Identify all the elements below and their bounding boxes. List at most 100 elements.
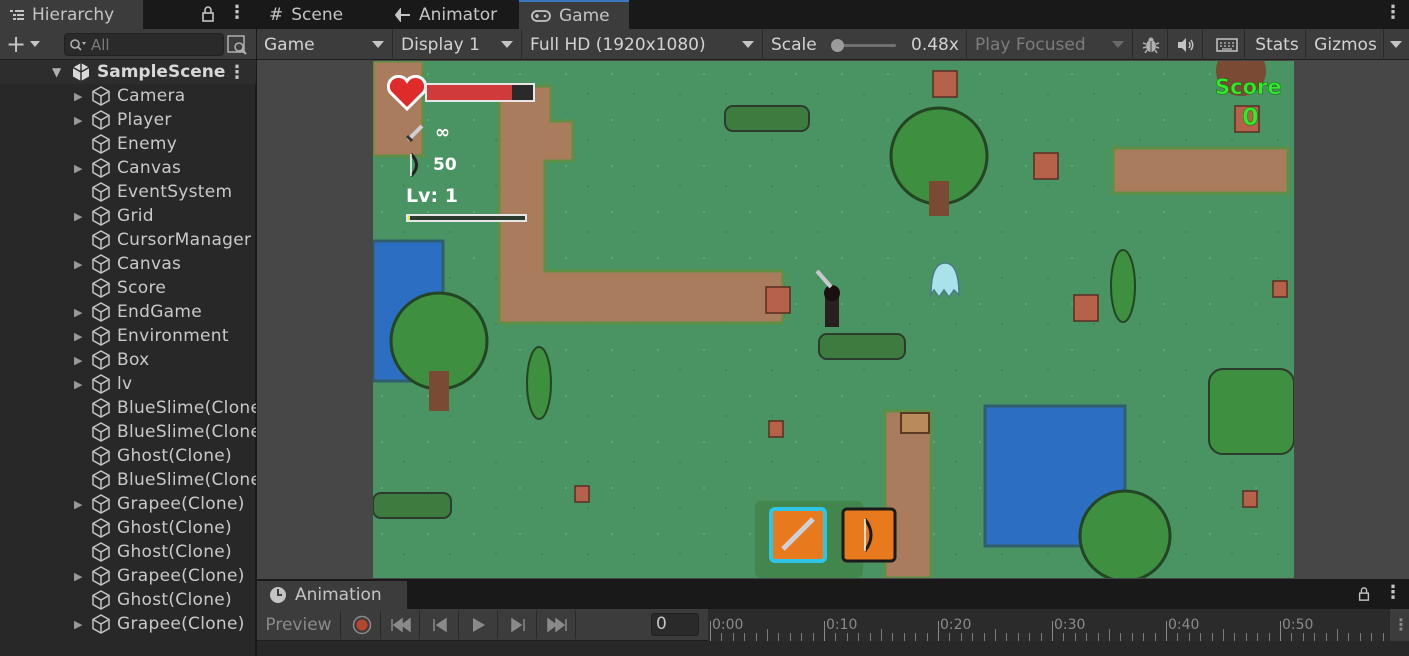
skip-to-start-icon bbox=[390, 618, 411, 632]
play-mode-dropdown[interactable]: Play Focused bbox=[968, 29, 1133, 60]
stats-button[interactable]: Stats bbox=[1249, 29, 1306, 60]
timeline-menu-icon[interactable]: ⋮ bbox=[1393, 615, 1409, 634]
hierarchy-item[interactable]: CursorManager bbox=[0, 228, 256, 252]
hierarchy-item[interactable]: ▶ Canvas bbox=[0, 252, 256, 276]
lock-icon[interactable] bbox=[1357, 586, 1371, 602]
tab-animator[interactable]: Animator bbox=[383, 0, 519, 29]
timeline-minor-tick bbox=[926, 633, 928, 641]
hierarchy-item-label: Player bbox=[117, 110, 172, 130]
expand-arrow-icon[interactable]: ▶ bbox=[74, 162, 84, 175]
hierarchy-item[interactable]: Ghost(Clone) bbox=[0, 516, 256, 540]
scale-slider-track[interactable] bbox=[836, 44, 896, 47]
hierarchy-item[interactable]: EventSystem bbox=[0, 180, 256, 204]
hierarchy-item[interactable]: ▶ Camera bbox=[0, 84, 256, 108]
display-dropdown[interactable]: Display 1 bbox=[394, 29, 522, 60]
hierarchy-item[interactable]: ▶ Grid bbox=[0, 204, 256, 228]
tab-animation[interactable]: Animation bbox=[257, 581, 407, 609]
gameobject-cube-icon bbox=[92, 302, 110, 322]
hierarchy-item[interactable]: Ghost(Clone) bbox=[0, 540, 256, 564]
record-icon bbox=[352, 615, 371, 635]
timeline-menu[interactable]: ⋮ bbox=[1390, 609, 1409, 641]
hierarchy-item[interactable]: ▶ EndGame bbox=[0, 300, 256, 324]
animation-menu-icon[interactable]: ⋮ bbox=[1384, 584, 1402, 604]
preview-button[interactable]: Preview bbox=[257, 611, 341, 639]
gameobject-cube-icon bbox=[92, 86, 110, 106]
tab-scene[interactable]: # Scene bbox=[257, 0, 383, 29]
gameobject-cube-icon bbox=[92, 230, 110, 250]
gameobject-cube-icon bbox=[92, 158, 110, 178]
first-keyframe-button[interactable] bbox=[382, 611, 420, 639]
frame-number-input[interactable]: 0 bbox=[651, 613, 699, 636]
last-keyframe-button[interactable] bbox=[538, 611, 576, 639]
expand-arrow-icon[interactable]: ▶ bbox=[74, 258, 84, 271]
expand-arrow-icon[interactable]: ▶ bbox=[74, 306, 84, 319]
scene-menu-icon[interactable]: ⋮ bbox=[228, 62, 246, 83]
record-button[interactable] bbox=[343, 611, 381, 639]
expand-arrow-icon[interactable]: ▶ bbox=[74, 90, 84, 103]
timeline-minor-tick bbox=[789, 633, 791, 641]
game-tab-menu-icon[interactable]: ⋮ bbox=[1384, 4, 1402, 24]
lock-icon[interactable] bbox=[200, 6, 216, 22]
scale-slider-thumb[interactable] bbox=[831, 39, 845, 52]
game-viewport[interactable]: ∞ 50 Lv: 1 Score 0 bbox=[373, 61, 1294, 578]
hierarchy-item[interactable]: BlueSlime(Clone) bbox=[0, 396, 256, 420]
gameobject-cube-icon bbox=[92, 494, 110, 514]
expand-arrow-icon[interactable]: ▶ bbox=[74, 570, 84, 583]
hierarchy-item[interactable]: ▶ Grapee(Clone) bbox=[0, 564, 256, 588]
gizmos-dropdown-button[interactable] bbox=[1384, 29, 1409, 60]
hierarchy-item-label: Grapee(Clone) bbox=[117, 614, 245, 634]
hierarchy-item[interactable]: ▶ Environment bbox=[0, 324, 256, 348]
expand-arrow-icon[interactable]: ▶ bbox=[74, 618, 84, 631]
next-keyframe-button[interactable] bbox=[499, 611, 537, 639]
gameobject-cube-icon bbox=[92, 398, 110, 418]
gameobject-cube-icon bbox=[92, 422, 110, 442]
hierarchy-item[interactable]: Enemy bbox=[0, 132, 256, 156]
hierarchy-item[interactable]: BlueSlime(Clone) bbox=[0, 420, 256, 444]
expand-arrow-icon[interactable]: ▶ bbox=[74, 354, 84, 367]
expand-arrow-icon[interactable]: ▶ bbox=[74, 114, 84, 127]
timeline-minor-tick bbox=[744, 633, 746, 641]
hierarchy-item[interactable]: ▶ Grapee(Clone) bbox=[0, 492, 256, 516]
hierarchy-item[interactable]: ▶ lv bbox=[0, 372, 256, 396]
mute-audio-button[interactable] bbox=[1169, 29, 1203, 60]
hierarchy-item[interactable]: ▶ Player bbox=[0, 108, 256, 132]
add-object-button[interactable]: + bbox=[6, 32, 50, 56]
animation-timeline[interactable]: 0:00 0:10 0:20 0:30 0:40 0:50 bbox=[708, 609, 1390, 641]
timeline-minor-tick bbox=[1302, 633, 1304, 641]
hierarchy-item[interactable]: Score bbox=[0, 276, 256, 300]
expand-arrow-icon[interactable]: ▶ bbox=[74, 330, 84, 343]
timeline-minor-tick bbox=[1040, 633, 1042, 641]
scene-root-row[interactable]: ▼ SampleScene ⋮ bbox=[0, 60, 256, 84]
hierarchy-item[interactable]: Ghost(Clone) bbox=[0, 444, 256, 468]
timeline-minor-tick bbox=[1120, 633, 1122, 641]
timeline-minor-tick bbox=[1017, 633, 1019, 641]
timeline-major-tick bbox=[1052, 621, 1053, 641]
gizmos-button[interactable]: Gizmos bbox=[1308, 29, 1384, 60]
resolution-dropdown[interactable]: Full HD (1920x1080) bbox=[523, 29, 763, 60]
keyboard-shortcuts-button[interactable] bbox=[1209, 29, 1245, 60]
hierarchy-item[interactable]: Ghost(Clone) bbox=[0, 588, 256, 612]
attack-stat: ∞ bbox=[405, 121, 450, 143]
timeline-minor-tick bbox=[869, 633, 871, 641]
tab-hierarchy[interactable]: Hierarchy bbox=[0, 0, 143, 29]
expand-arrow-icon[interactable]: ▶ bbox=[74, 210, 84, 223]
hierarchy-item[interactable]: ▶ Grapee(Clone) bbox=[0, 612, 256, 636]
gameobject-cube-icon bbox=[92, 278, 110, 298]
scene-search-icon[interactable] bbox=[226, 34, 248, 56]
play-button[interactable] bbox=[460, 611, 498, 639]
game-view-dropdown[interactable]: Game bbox=[257, 29, 393, 60]
expand-arrow-icon[interactable]: ▶ bbox=[74, 378, 84, 391]
expand-arrow-icon[interactable]: ▼ bbox=[52, 65, 61, 79]
hierarchy-item[interactable]: ▶ Canvas bbox=[0, 156, 256, 180]
hierarchy-item[interactable]: BlueSlime(Clone) bbox=[0, 468, 256, 492]
animation-content bbox=[257, 641, 1409, 656]
hierarchy-menu-icon[interactable]: ⋮ bbox=[228, 4, 246, 24]
tab-game[interactable]: Game bbox=[519, 0, 629, 29]
hierarchy-item[interactable]: ▶ Box bbox=[0, 348, 256, 372]
expand-arrow-icon[interactable]: ▶ bbox=[74, 498, 84, 511]
hierarchy-search-input[interactable]: All bbox=[64, 33, 224, 56]
debug-bug-button[interactable] bbox=[1134, 29, 1168, 60]
prev-keyframe-button[interactable] bbox=[421, 611, 459, 639]
game-toolbar: Game Display 1 Full HD (1920x1080) Scale… bbox=[257, 29, 1409, 60]
timeline-minor-tick bbox=[903, 633, 905, 641]
